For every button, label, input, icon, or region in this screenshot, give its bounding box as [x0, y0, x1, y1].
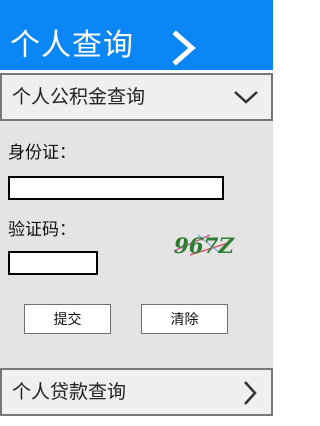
chevron-down-icon — [234, 91, 258, 104]
loan-query-label: 个人贷款查询 — [12, 381, 127, 403]
clear-button[interactable]: 清除 — [141, 304, 228, 334]
fund-query-label: 个人公积金查询 — [12, 86, 146, 108]
id-card-label: 身份证： — [8, 143, 76, 163]
captcha-input[interactable] — [8, 251, 98, 275]
fund-query-form: 身份证： 验证码： 967Z 提交 清除 — [0, 121, 273, 368]
submit-button[interactable]: 提交 — [24, 304, 111, 334]
captcha-label: 验证码： — [8, 220, 76, 240]
page-header[interactable]: 个人查询 — [0, 0, 273, 70]
captcha-image[interactable]: 967Z — [168, 221, 240, 261]
page-title: 个人查询 — [10, 28, 134, 63]
chevron-right-icon — [244, 381, 257, 405]
chevron-right-icon — [172, 30, 196, 66]
fund-query-section[interactable]: 个人公积金查询 — [0, 73, 273, 121]
loan-query-section[interactable]: 个人贷款查询 — [0, 368, 273, 416]
captcha-text: 967Z — [174, 233, 235, 258]
id-card-input[interactable] — [8, 176, 224, 200]
